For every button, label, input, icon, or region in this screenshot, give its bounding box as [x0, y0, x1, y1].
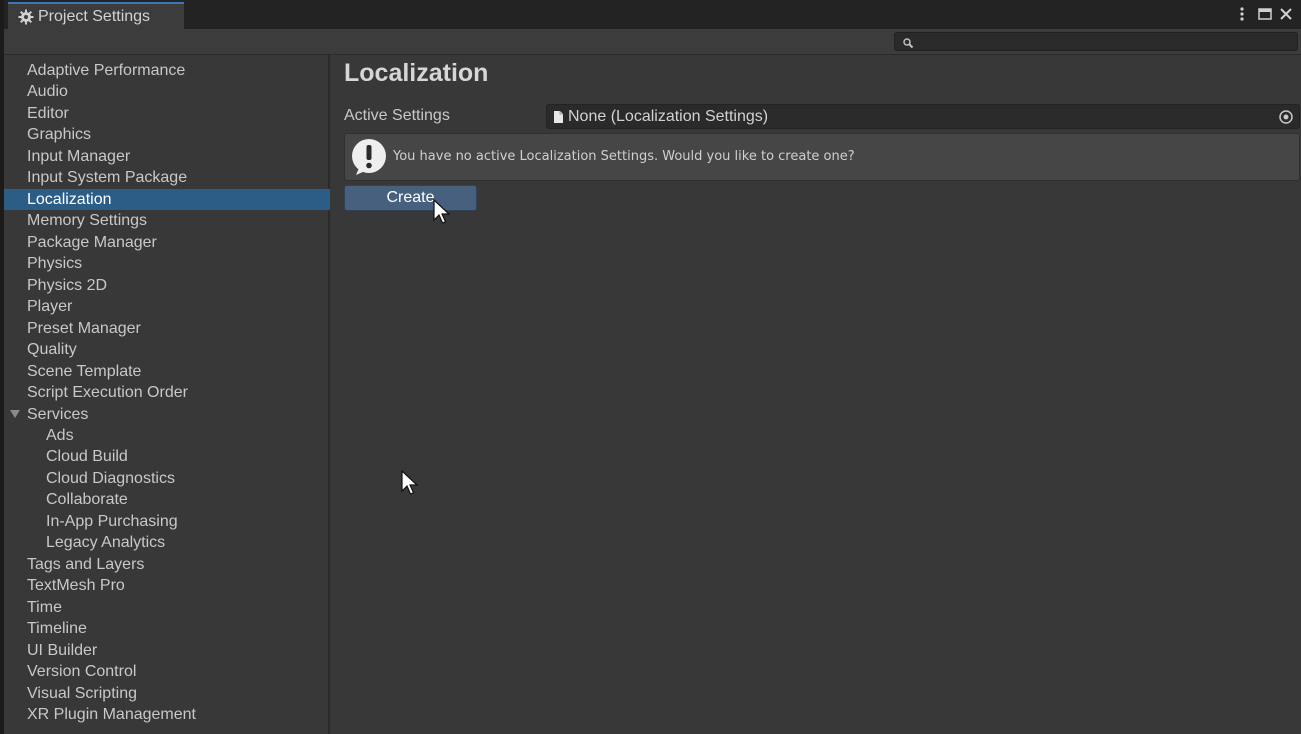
settings-toolbar [4, 29, 1301, 55]
expand-triangle-icon[interactable] [10, 409, 20, 418]
sidebar-item-label: Cloud Diagnostics [46, 469, 175, 487]
sidebar-item-quality[interactable]: Quality [4, 339, 330, 360]
sidebar-item-label: Physics 2D [27, 276, 108, 294]
sidebar-item-preset-manager[interactable]: Preset Manager [4, 318, 330, 339]
active-settings-field[interactable]: None (Localization Settings) [546, 104, 1300, 129]
mouse-cursor-icon [433, 199, 451, 224]
sidebar-item-package-manager[interactable]: Package Manager [4, 232, 330, 253]
sidebar-item-label: Input System Package [27, 169, 188, 187]
sidebar-item-visual-scripting[interactable]: Visual Scripting [4, 683, 330, 704]
settings-content: Localization Active Settings None (Local… [332, 55, 1301, 734]
sidebar-item-time[interactable]: Time [4, 597, 330, 618]
sidebar-item-cloud-diagnostics[interactable]: Cloud Diagnostics [4, 468, 330, 489]
sidebar-item-label: Preset Manager [27, 319, 141, 337]
sidebar-item-label: Audio [27, 83, 68, 101]
sidebar-item-label: Quality [27, 341, 77, 359]
sidebar-item-xr-plugin-management[interactable]: XR Plugin Management [4, 704, 330, 725]
sidebar-item-label: Graphics [27, 126, 92, 144]
sidebar-item-services[interactable]: Services [4, 404, 330, 425]
maximize-icon[interactable] [1256, 5, 1274, 23]
sidebar-item-label: UI Builder [27, 641, 98, 659]
sidebar-item-label: Physics [27, 255, 83, 273]
create-button[interactable]: Create [344, 185, 477, 211]
sidebar-item-script-execution-order[interactable]: Script Execution Order [4, 382, 330, 403]
sidebar-item-legacy-analytics[interactable]: Legacy Analytics [4, 532, 330, 553]
sidebar-item-label: Time [27, 598, 62, 616]
sidebar-item-collaborate[interactable]: Collaborate [4, 489, 330, 510]
close-icon[interactable] [1277, 5, 1295, 23]
sidebar-item-tags-and-layers[interactable]: Tags and Layers [4, 554, 330, 575]
sidebar-item-physics[interactable]: Physics [4, 253, 330, 274]
sidebar-item-label: Scene Template [27, 362, 142, 380]
sidebar-item-label: Collaborate [46, 491, 128, 509]
gear-icon [18, 9, 34, 25]
sidebar-item-ads[interactable]: Ads [4, 425, 330, 446]
sidebar-item-label: XR Plugin Management [27, 706, 196, 724]
sidebar-item-scene-template[interactable]: Scene Template [4, 361, 330, 382]
sidebar-item-label: Input Manager [27, 147, 131, 165]
sidebar-item-cloud-build[interactable]: Cloud Build [4, 446, 330, 467]
sidebar-item-physics-2d[interactable]: Physics 2D [4, 275, 330, 296]
warning-icon [350, 138, 388, 176]
sidebar-item-in-app-purchasing[interactable]: In-App Purchasing [4, 511, 330, 532]
sidebar-item-editor[interactable]: Editor [4, 103, 330, 124]
sidebar-item-timeline[interactable]: Timeline [4, 618, 330, 639]
sidebar-item-input-system-package[interactable]: Input System Package [4, 167, 330, 188]
tab-title: Project Settings [38, 7, 151, 25]
help-box: You have no active Localization Settings… [344, 133, 1300, 181]
sidebar-item-label: Localization [27, 190, 112, 208]
sidebar-item-label: TextMesh Pro [27, 577, 125, 595]
mouse-cursor-icon [401, 470, 419, 495]
sidebar-item-version-control[interactable]: Version Control [4, 661, 330, 682]
tab-project-settings[interactable]: Project Settings [8, 2, 184, 29]
sidebar-item-input-manager[interactable]: Input Manager [4, 146, 330, 167]
sidebar-item-localization[interactable]: Localization [4, 188, 330, 210]
sidebar-item-label: Script Execution Order [27, 384, 188, 402]
search-icon [902, 36, 914, 49]
sidebar-item-label: Services [27, 405, 89, 423]
active-settings-label: Active Settings [344, 107, 450, 124]
sidebar-item-player[interactable]: Player [4, 296, 330, 317]
sidebar-item-label: Package Manager [27, 233, 157, 251]
more-options-icon[interactable] [1233, 5, 1251, 23]
help-message: You have no active Localization Settings… [393, 149, 855, 164]
search-input[interactable] [894, 32, 1298, 51]
sidebar-item-audio[interactable]: Audio [4, 81, 330, 102]
sidebar-item-graphics[interactable]: Graphics [4, 124, 330, 145]
tab-bar: Project Settings [4, 0, 1301, 29]
page-title: Localization [344, 59, 489, 87]
sidebar-item-label: Tags and Layers [27, 555, 145, 573]
sidebar-item-textmesh-pro[interactable]: TextMesh Pro [4, 575, 330, 596]
sidebar-item-ui-builder[interactable]: UI Builder [4, 640, 330, 661]
sidebar-item-label: Memory Settings [27, 212, 148, 230]
sidebar-item-label: Timeline [27, 620, 87, 638]
sidebar-item-label: Visual Scripting [27, 684, 137, 702]
active-settings-value: None (Localization Settings) [568, 108, 769, 125]
document-icon [553, 110, 564, 124]
sidebar-item-label: Legacy Analytics [46, 534, 166, 552]
sidebar-item-adaptive-performance[interactable]: Adaptive Performance [4, 60, 330, 81]
settings-sidebar: Adaptive Performance Audio Editor Graphics I… [4, 55, 330, 734]
sidebar-item-label: In-App Purchasing [46, 512, 178, 530]
project-settings-window: Project Settings Adaptive Performance Aud… [0, 0, 1301, 734]
object-picker-icon[interactable] [1278, 109, 1294, 125]
sidebar-item-label: Player [27, 298, 73, 316]
sidebar-item-label: Adaptive Performance [27, 62, 186, 79]
sidebar-item-label: Editor [27, 104, 69, 122]
sidebar-item-label: Ads [46, 426, 74, 444]
sidebar-item-memory-settings[interactable]: Memory Settings [4, 210, 330, 231]
sidebar-item-label: Version Control [27, 663, 137, 681]
sidebar-item-label: Cloud Build [46, 448, 128, 466]
